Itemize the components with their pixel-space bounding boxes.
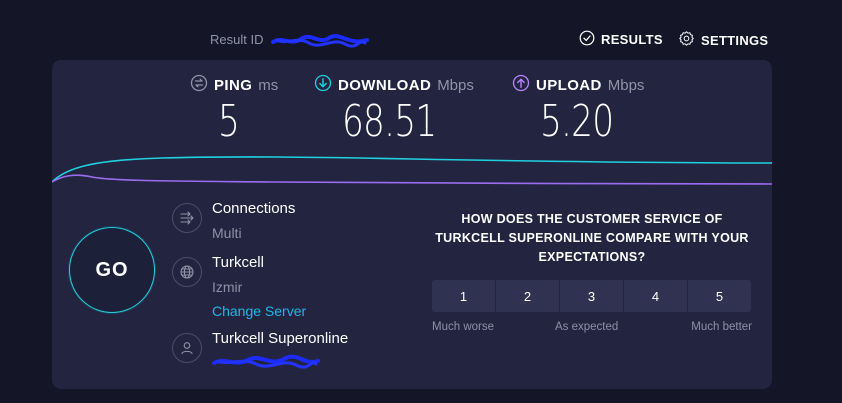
isp-location: Izmir: [212, 279, 243, 295]
settings-button[interactable]: SETTINGS: [678, 30, 768, 50]
rating-low-label: Much worse: [432, 321, 494, 333]
result-id: Result ID: [210, 32, 370, 48]
ping-icon: [190, 74, 208, 96]
connections-title: Connections: [212, 200, 296, 217]
user-icon: [172, 333, 202, 363]
rating-option-2[interactable]: 2: [496, 280, 559, 312]
download-metric: DOWNLOAD Mbps 68.51: [314, 74, 474, 147]
upload-icon: [512, 74, 530, 96]
survey: HOW DOES THE CUSTOMER SERVICE OF TURKCEL…: [432, 210, 752, 333]
rating-option-1[interactable]: 1: [432, 280, 495, 312]
upload-label: UPLOAD: [536, 76, 602, 94]
globe-icon: [172, 257, 202, 287]
rating-option-3[interactable]: 3: [560, 280, 623, 312]
ping-value: 5: [218, 96, 240, 147]
upload-metric: UPLOAD Mbps 5.20: [512, 74, 645, 147]
download-unit: Mbps: [437, 76, 474, 94]
rating-mid-label: As expected: [555, 321, 619, 333]
upload-unit: Mbps: [607, 76, 645, 94]
change-server-link[interactable]: Change Server: [212, 303, 306, 319]
check-circle-icon: [579, 30, 595, 49]
rating-high-label: Much better: [691, 321, 752, 333]
speed-graph: [52, 156, 772, 185]
result-id-label: Result ID: [210, 32, 264, 47]
results-button[interactable]: RESULTS: [579, 30, 663, 49]
redacted-ip-address: [212, 354, 322, 373]
settings-label: SETTINGS: [701, 32, 769, 48]
rating-option-4[interactable]: 4: [624, 280, 687, 312]
top-bar: Result ID RESULTS SETTINGS: [0, 0, 842, 60]
upload-value: 5.20: [540, 96, 614, 147]
go-button[interactable]: GO: [69, 227, 155, 313]
ping-label: PING: [214, 76, 253, 94]
upload-graph-line: [52, 174, 772, 185]
download-label: DOWNLOAD: [338, 76, 432, 94]
download-value: 68.51: [342, 96, 437, 147]
redacted-result-id: [271, 33, 370, 48]
speedtest-panel: PING ms 5 DOWNLOAD Mbps 68.51 UPLOAD Mbp…: [52, 60, 772, 389]
results-label: RESULTS: [601, 32, 663, 47]
ping-metric: PING ms 5: [190, 74, 279, 147]
connections-value: Multi: [212, 225, 242, 241]
isp-title: Turkcell: [212, 254, 264, 271]
download-graph-line: [52, 156, 772, 183]
gear-icon: [678, 30, 695, 50]
ping-unit: ms: [258, 76, 279, 94]
download-icon: [314, 74, 332, 96]
rating-option-5[interactable]: 5: [688, 280, 751, 312]
connections-icon: [172, 203, 202, 233]
survey-question: HOW DOES THE CUSTOMER SERVICE OF TURKCEL…: [435, 212, 749, 264]
server-title: Turkcell Superonline: [212, 330, 349, 347]
rating-scale: 1 2 3 4 5: [432, 280, 751, 312]
